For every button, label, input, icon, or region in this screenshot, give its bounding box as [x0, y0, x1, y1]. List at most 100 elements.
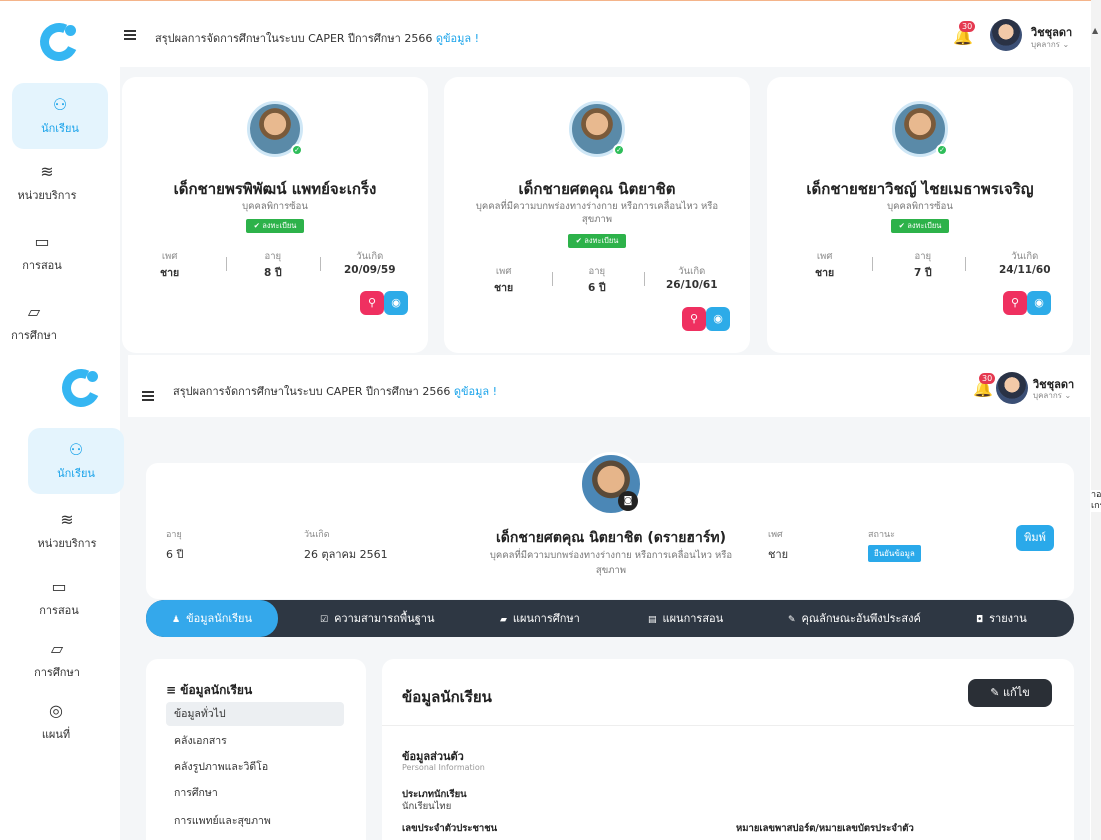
summary-link[interactable]: ดูข้อมูล ! [454, 385, 497, 398]
sex-stat: เพศ ชาย [160, 251, 180, 279]
summary-link[interactable]: ดูข้อมูล ! [436, 32, 479, 45]
age-stat: อายุ 7 ปี [914, 251, 932, 279]
file-icon: ▤ [648, 615, 657, 625]
divider [644, 272, 645, 286]
student-type: บุคคลพิการซ้อน [887, 201, 953, 212]
divider [382, 725, 1074, 726]
profile-age: อายุ 6 ปี [166, 530, 184, 561]
edit-icon: ✎ [788, 615, 796, 625]
user-icon: ⚇ [68, 440, 84, 459]
menu-item-education[interactable]: การศึกษา [166, 781, 344, 805]
location-button[interactable]: ⚲ [1003, 291, 1027, 315]
student-photo: ✓ [892, 101, 948, 157]
view-button[interactable]: ◉ [384, 291, 408, 315]
dob-stat: วันเกิด 20/09/59 [344, 251, 396, 276]
top-border [0, 0, 1101, 4]
age-stat: อายุ 8 ปี [264, 251, 282, 279]
clipped-edge-text: าอ เกร [1091, 490, 1101, 512]
id-number-label: เลขประจำตัวประชาชน [402, 823, 498, 834]
tab-desired-characteristics[interactable]: ✎ คุณลักษณะอันพึงประสงค์ [788, 600, 921, 637]
divider [872, 257, 873, 271]
age-stat: อายุ 6 ปี [588, 266, 606, 294]
scrollbar[interactable]: ▲ [1091, 0, 1101, 840]
tab-education-plan[interactable]: ▰ แผนการศึกษา [500, 600, 580, 637]
user-icon: ⚇ [52, 95, 68, 114]
user-role[interactable]: บุคลากร ⌄ [1033, 389, 1071, 402]
summary-notice: สรุปผลการจัดการศึกษาในระบบ CAPER ปีการศึ… [155, 32, 479, 45]
student-photo: ✓ [569, 101, 625, 157]
tab-teaching-plan[interactable]: ▤ แผนการสอน [648, 600, 723, 637]
user-role[interactable]: บุคลากร ⌄ [1031, 38, 1069, 51]
menu-item-media[interactable]: คลังรูปภาพและวิดีโอ [166, 755, 344, 779]
sidebar-item-services[interactable]: ≋ หน่วยบริการ [19, 498, 115, 564]
profile-sex: เพศ ชาย [768, 530, 789, 561]
menu-icon[interactable] [124, 30, 136, 42]
sidebar-item-students[interactable]: ⚇ นักเรียน [28, 428, 124, 494]
dob-stat: วันเกิด 24/11/60 [999, 251, 1051, 276]
student-name[interactable]: เด็กชายศตคุณ นิตยาชิต [444, 177, 750, 201]
menu-item-medical[interactable]: การแพทย์และสุขภาพ [166, 809, 344, 833]
screen-student-list: ⚇ นักเรียน ≋ หน่วยบริการ ▭ การสอน ▱ การศ… [0, 5, 1090, 355]
menu-title: ≡ ข้อมูลนักเรียน [166, 683, 253, 697]
layers-icon: ≋ [60, 510, 74, 529]
book-icon: ▰ [500, 615, 507, 625]
tab-basic-abilities[interactable]: ☑ ความสามารถพื้นฐาน [320, 600, 434, 637]
registered-badge: ✔ ลงทะเบียน [568, 234, 626, 248]
student-card: ✓ เด็กชายชยาวิชญ์ ไชยเมธาพรเจริญ บุคคลพิ… [767, 77, 1073, 353]
tab-report[interactable]: ◘ รายงาน [976, 600, 1027, 637]
menu-icon[interactable] [142, 391, 154, 403]
tab-student-info[interactable]: ♟ ข้อมูลนักเรียน [146, 600, 279, 637]
avatar[interactable] [996, 372, 1028, 404]
student-info-panel: ข้อมูลนักเรียน ✎ แก้ไข ข้อมูลส่วนตัว Per… [382, 659, 1074, 840]
sidebar-item-education[interactable]: ▱ การศึกษา [9, 627, 105, 693]
book-icon: ▭ [51, 577, 67, 596]
sidebar-item-map[interactable]: ◎ แผนที่ [8, 689, 104, 755]
book-icon: ▭ [34, 232, 50, 251]
verified-icon: ✓ [936, 144, 948, 156]
dob-stat: วันเกิด 26/10/61 [666, 266, 718, 291]
student-name[interactable]: เด็กชายชยาวิชญ์ ไชยเมธาพรเจริญ [767, 177, 1073, 201]
menu-item-general[interactable]: ข้อมูลทั่วไป [166, 702, 344, 726]
menu-item-documents[interactable]: คลังเอกสาร [166, 729, 344, 753]
sidebar-item-teaching[interactable]: ▭ การสอน [0, 220, 90, 286]
divider [965, 257, 966, 271]
student-name[interactable]: เด็กชายพรพิพัฒน์ แพทย์จะเกร็ง [122, 177, 428, 201]
notification-badge: 30 [979, 373, 996, 384]
section-subtitle: Personal Information [402, 763, 485, 772]
sidebar-item-students[interactable]: ⚇ นักเรียน [12, 83, 108, 149]
verified-icon: ✓ [613, 144, 625, 156]
sidebar-item-teaching[interactable]: ▭ การสอน [11, 565, 107, 631]
topbar: สรุปผลการจัดการศึกษาในระบบ CAPER ปีการศึ… [110, 5, 1090, 67]
app-logo[interactable] [56, 363, 106, 413]
scroll-up-icon[interactable]: ▲ [1092, 26, 1098, 35]
screen-student-profile: ⚇ นักเรียน ≋ หน่วยบริการ ▭ การสอน ▱ การศ… [0, 355, 1090, 840]
user-icon: ♟ [172, 615, 181, 625]
location-button[interactable]: ⚲ [682, 307, 706, 331]
edit-button[interactable]: ✎ แก้ไข [968, 679, 1052, 707]
student-card: ✓ เด็กชายศตคุณ นิตยาชิต บุคคลที่มีความบก… [444, 77, 750, 353]
list-icon: ≡ [166, 683, 181, 697]
student-card: ✓ เด็กชายพรพิพัฒน์ แพทย์จะเกร็ง บุคคลพิก… [122, 77, 428, 353]
camera-icon[interactable]: ◙ [618, 491, 638, 511]
pencil-icon: ✎ [990, 686, 1003, 699]
student-photo: ✓ [247, 101, 303, 157]
bell-icon[interactable]: 🔔 30 [953, 21, 976, 46]
profile-dob: วันเกิด 26 ตุลาคม 2561 [304, 530, 388, 561]
sidebar-item-education[interactable]: ▱ การศึกษา [0, 290, 82, 355]
map-pin-icon: ◎ [49, 701, 63, 720]
inbox-icon: ◘ [976, 615, 984, 625]
app-logo[interactable] [34, 17, 84, 67]
folder-icon: ▱ [27, 302, 41, 321]
topbar: สรุปผลการจัดการศึกษาในระบบ CAPER ปีการศึ… [128, 355, 1090, 417]
print-button[interactable]: พิมพ์ [1016, 525, 1054, 551]
view-button[interactable]: ◉ [1027, 291, 1051, 315]
avatar[interactable] [990, 19, 1022, 51]
sex-stat: เพศ ชาย [494, 266, 514, 294]
status-badge: ยืนยันข้อมูล [868, 545, 921, 562]
sidebar: ⚇ นักเรียน ≋ หน่วยบริการ ▭ การสอน ▱ การศ… [0, 5, 120, 355]
view-button[interactable]: ◉ [706, 307, 730, 331]
bell-icon[interactable]: 🔔 30 [973, 373, 996, 398]
profile-type: บุคคลที่มีความบกพร่องทางร่างกาย หรือการเ… [489, 550, 733, 576]
location-button[interactable]: ⚲ [360, 291, 384, 315]
sidebar-item-services[interactable]: ≋ หน่วยบริการ [0, 150, 95, 216]
